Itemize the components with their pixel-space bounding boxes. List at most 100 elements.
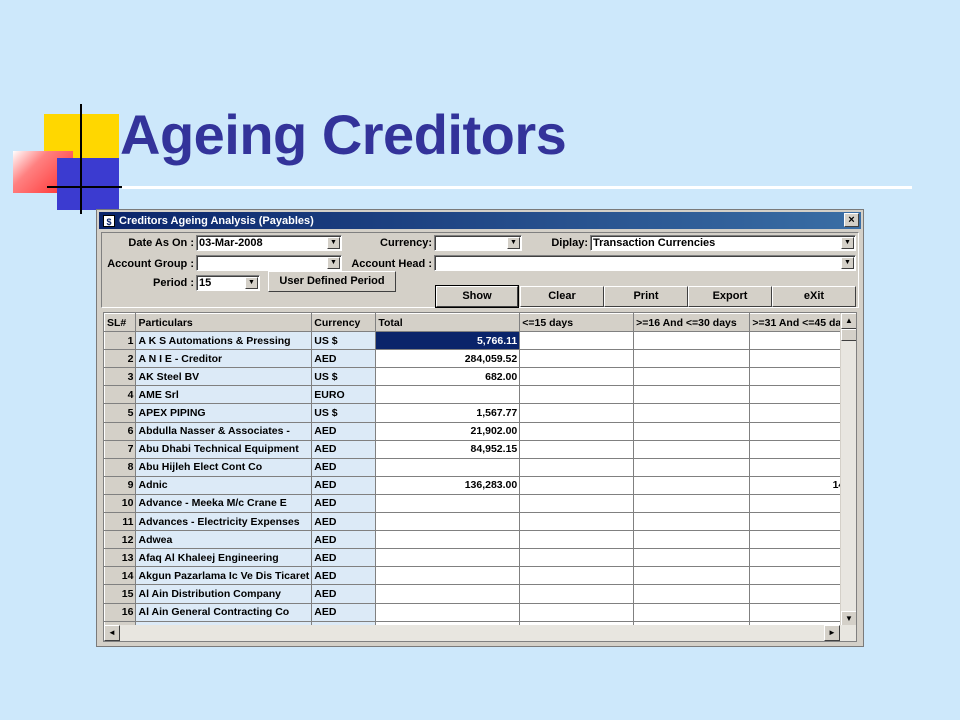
user-defined-period-button[interactable]: User Defined Period	[268, 271, 396, 292]
table-cell[interactable]	[633, 584, 751, 604]
table-cell[interactable]	[633, 439, 751, 459]
date-combo[interactable]: 03-Mar-2008 ▼	[196, 235, 342, 251]
window-titlebar[interactable]: $ Creditors Ageing Analysis (Payables) ×	[99, 212, 861, 229]
table-cell[interactable]: Abdulla Nasser & Associates -	[135, 421, 313, 441]
table-row[interactable]: 10 Advance - Meeka M/c Crane E AED	[104, 493, 856, 514]
column-header[interactable]: SL#	[104, 313, 137, 333]
table-cell[interactable]: Akgun Pazarlama Ic Ve Dis Ticaret	[135, 566, 313, 586]
table-row[interactable]: 3 AK Steel BV US $682.00	[104, 367, 856, 387]
table-row[interactable]: 7 Abu Dhabi Technical Equipment AED 84,952.…	[104, 439, 856, 459]
table-cell[interactable]: US $	[311, 331, 377, 351]
chevron-down-icon[interactable]: ▼	[327, 257, 340, 269]
column-header[interactable]: >=16 And <=30 days	[633, 313, 751, 333]
table-cell[interactable]	[375, 530, 521, 550]
account-head-combo[interactable]: ▼	[434, 255, 856, 271]
table-cell[interactable]: Al Ain General Contracting Co	[135, 602, 313, 622]
table-row[interactable]: 6 Abdulla Nasser & Associates - AED 21,902…	[104, 421, 856, 441]
table-cell[interactable]: AED	[311, 566, 377, 586]
table-cell[interactable]: US $	[311, 403, 377, 423]
table-cell[interactable]: AED	[311, 349, 377, 369]
table-cell[interactable]	[519, 403, 635, 423]
close-button[interactable]: ×	[844, 213, 859, 227]
table-cell[interactable]: AED	[311, 493, 377, 514]
table-cell[interactable]	[519, 475, 635, 495]
table-cell[interactable]	[633, 530, 751, 550]
table-row[interactable]: 8 Abu Hijleh Elect Cont Co AED	[104, 457, 856, 477]
table-cell[interactable]: AED	[311, 530, 377, 550]
table-cell[interactable]	[519, 349, 635, 369]
show-button[interactable]: Show	[435, 285, 519, 308]
table-cell[interactable]: A K S Automations & Pressing	[135, 331, 313, 351]
clear-button[interactable]: Clear	[520, 286, 604, 307]
vertical-scroll-thumb[interactable]	[841, 329, 856, 341]
scroll-right-icon[interactable]: ►	[824, 625, 840, 641]
table-cell[interactable]	[375, 385, 521, 405]
table-cell[interactable]: 5,766.11	[375, 331, 521, 351]
table-cell[interactable]: 682.00	[375, 367, 521, 387]
table-cell[interactable]	[633, 349, 751, 369]
vertical-scrollbar[interactable]: ▲ ▼	[840, 313, 856, 627]
table-cell[interactable]: 1,567.77	[375, 403, 521, 423]
table-row[interactable]: 12 Adwea AED	[104, 530, 856, 550]
table-cell[interactable]	[519, 530, 635, 550]
table-cell[interactable]: A N I E - Creditor	[135, 349, 313, 369]
table-row[interactable]: 15 Al Ain Distribution Company AED	[104, 584, 856, 604]
table-cell[interactable]: Advances - Electricity Expenses	[135, 512, 313, 532]
scroll-left-icon[interactable]: ◄	[104, 625, 120, 641]
table-cell[interactable]: Afaq Al Khaleej Engineering	[135, 548, 313, 568]
chevron-down-icon[interactable]: ▼	[245, 277, 258, 289]
table-row[interactable]: 9AdnicAED136,283.0014,6	[104, 475, 856, 495]
table-cell[interactable]: AME Srl	[135, 385, 313, 405]
table-cell[interactable]: AED	[311, 548, 377, 568]
scroll-up-icon[interactable]: ▲	[841, 313, 856, 329]
table-cell[interactable]: 284,059.52	[375, 349, 521, 369]
table-cell[interactable]	[519, 457, 635, 477]
table-cell[interactable]: EURO	[311, 385, 377, 405]
table-row[interactable]: 11 Advances - Electricity Expenses AED	[104, 512, 856, 532]
table-cell[interactable]	[375, 566, 521, 586]
table-cell[interactable]	[633, 421, 751, 441]
ageing-grid[interactable]: SL# Particulars Currency Total <=15 days >=16…	[103, 312, 857, 642]
table-cell[interactable]: AED	[311, 439, 377, 459]
table-cell[interactable]	[633, 331, 751, 351]
table-cell[interactable]: Abu Hijleh Elect Cont Co	[135, 457, 313, 477]
table-row[interactable]: 5 APEX PIPING US $1,567.77	[104, 403, 856, 423]
table-cell[interactable]	[519, 548, 635, 568]
table-row[interactable]: 4 AME Srl EURO	[104, 385, 856, 405]
table-cell[interactable]: 84,952.15	[375, 439, 521, 459]
table-cell[interactable]	[519, 493, 635, 514]
table-cell[interactable]	[633, 512, 751, 532]
table-cell[interactable]	[519, 602, 635, 622]
column-header[interactable]: Particulars	[135, 313, 313, 333]
chevron-down-icon[interactable]: ▼	[841, 237, 854, 249]
table-cell[interactable]	[633, 566, 751, 586]
column-header[interactable]: <=15 days	[519, 313, 635, 333]
column-header[interactable]: Currency	[311, 313, 377, 333]
table-cell[interactable]: Abu Dhabi Technical Equipment	[135, 439, 313, 459]
table-cell[interactable]: Adwea	[135, 530, 313, 550]
table-cell[interactable]	[633, 493, 751, 514]
table-cell[interactable]	[519, 385, 635, 405]
table-cell[interactable]: AED	[311, 457, 377, 477]
table-row[interactable]: 16 Al Ain General Contracting Co AED	[104, 602, 856, 622]
table-cell[interactable]	[633, 385, 751, 405]
export-button[interactable]: Export	[688, 286, 772, 307]
table-cell[interactable]: AED	[311, 602, 377, 622]
table-cell[interactable]	[519, 566, 635, 586]
table-cell[interactable]	[375, 493, 521, 514]
table-cell[interactable]	[519, 584, 635, 604]
chevron-down-icon[interactable]: ▼	[507, 237, 520, 249]
table-cell[interactable]	[519, 421, 635, 441]
table-cell[interactable]	[633, 548, 751, 568]
table-cell[interactable]: Adnic	[135, 475, 313, 495]
chevron-down-icon[interactable]: ▼	[327, 237, 340, 249]
table-cell[interactable]: US $	[311, 367, 377, 387]
table-cell[interactable]: 21,902.00	[375, 421, 521, 441]
table-cell[interactable]: AED	[311, 512, 377, 532]
column-header[interactable]: Total	[375, 313, 521, 333]
table-cell[interactable]: AK Steel BV	[135, 367, 313, 387]
table-cell[interactable]: Advance - Meeka M/c Crane E	[135, 493, 313, 514]
table-cell[interactable]: AED	[311, 421, 377, 441]
table-cell[interactable]	[519, 367, 635, 387]
account-group-combo[interactable]: ▼	[196, 255, 342, 271]
